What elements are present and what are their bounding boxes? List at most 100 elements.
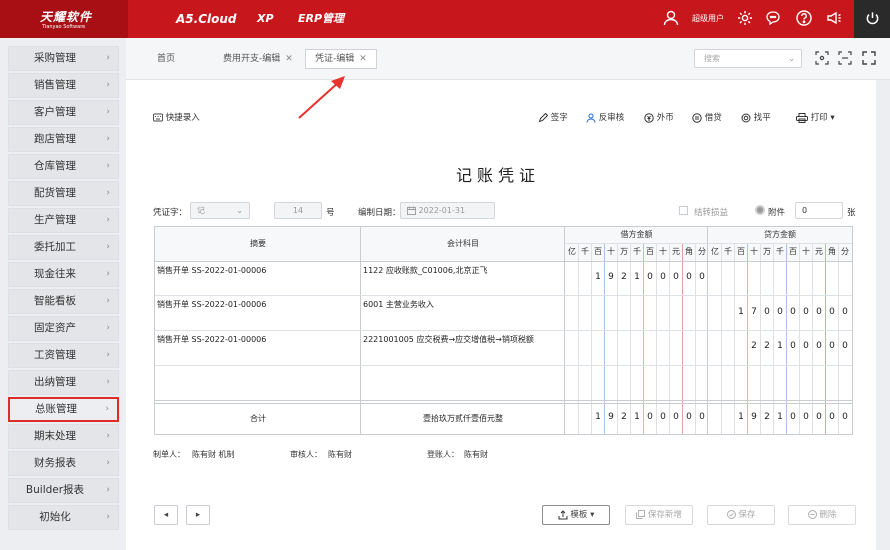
row-1-account[interactable]: 1122 应收账款_C01006,北京正飞 — [363, 265, 487, 276]
header-debit: 借方金额 — [620, 230, 653, 239]
next-button[interactable]: ▸ — [186, 505, 210, 525]
help-icon[interactable] — [795, 9, 813, 27]
carry-profit-checkbox[interactable] — [679, 206, 688, 215]
save-new-button[interactable]: 保存新增 — [625, 505, 693, 525]
attachment-radio[interactable] — [755, 205, 765, 215]
row-2-summary[interactable]: 销售开单 SS-2022-01-00006 — [157, 299, 266, 310]
sidebar-item-financial-reports[interactable]: 财务报表 › — [8, 451, 119, 476]
fullscreen-icon[interactable] — [862, 51, 876, 65]
header-summary: 摘要 — [250, 239, 266, 248]
minus-circle-icon — [807, 510, 817, 519]
digit-column-line — [812, 244, 813, 434]
tab-expense-edit[interactable]: 费用开支-编辑 ✕ — [223, 49, 293, 69]
sidebar-item-cashier[interactable]: 出纳管理 › — [8, 370, 119, 395]
print-button[interactable]: 打印 ▾ — [796, 111, 835, 123]
sidebar-item-dashboard[interactable]: 智能看板 › — [8, 289, 119, 314]
debit-digit: 9 — [608, 272, 614, 282]
sidebar-item-cash[interactable]: 现金往来 › — [8, 262, 119, 287]
sidebar-item-initialization[interactable]: 初始化 › — [8, 505, 119, 530]
prev-button[interactable]: ◂ — [154, 505, 178, 525]
total-credit-digit: 1 — [777, 412, 783, 422]
locate-icon[interactable] — [815, 51, 829, 65]
date-input[interactable]: 2022-01-31 — [400, 202, 495, 219]
balance-button[interactable]: 找平 — [741, 111, 771, 123]
search-input[interactable]: 搜索 ⌄ — [694, 49, 802, 68]
sidebar-item-production[interactable]: 生产管理 › — [8, 208, 119, 233]
unaudit-button[interactable]: 反审核 — [586, 111, 624, 123]
loan-button[interactable]: 借贷 — [692, 111, 722, 123]
sidebar-item-builder-reports[interactable]: Builder报表 › — [8, 478, 119, 503]
save-button[interactable]: 保存 — [707, 505, 775, 525]
digit-unit-label: 千 — [633, 247, 641, 256]
announcement-icon[interactable] — [825, 9, 843, 27]
total-debit-digit: 0 — [673, 412, 679, 422]
total-credit-digit: 0 — [816, 412, 822, 422]
voucher-number-input[interactable]: 14 — [274, 202, 322, 219]
exit-fullscreen-icon[interactable] — [838, 51, 852, 65]
settings-icon[interactable] — [736, 9, 754, 27]
sidebar-item-customers[interactable]: 客户管理 › — [8, 100, 119, 125]
nav-a5-cloud[interactable]: A5.Cloud — [176, 0, 237, 38]
sidebar-item-label: 工资管理 — [34, 349, 76, 361]
sidebar-item-label: 初始化 — [39, 511, 71, 523]
close-icon[interactable]: ✕ — [285, 54, 293, 64]
total-debit-digit: 1 — [595, 412, 601, 422]
digit-unit-label: 十 — [802, 247, 810, 256]
brand-logo[interactable]: 天耀软件 Tianyao Software — [0, 0, 128, 38]
row-3-account[interactable]: 2221001005 应交税费→应交增值税→销项税额 — [363, 334, 534, 345]
delete-button[interactable]: 删除 — [788, 505, 856, 525]
digit-unit-label: 百 — [737, 247, 745, 256]
voucher-word-select[interactable]: 记 ⌄ — [190, 202, 250, 219]
sidebar-item-sales[interactable]: 销售管理 › — [8, 73, 119, 98]
sidebar-item-store-visits[interactable]: 跑店管理 › — [8, 127, 119, 152]
brand-name: 天耀软件 — [40, 10, 93, 24]
digit-unit-label: 百 — [594, 247, 602, 256]
sidebar-item-label: 配货管理 — [34, 187, 76, 199]
scrollbar[interactable] — [876, 80, 890, 550]
user-name[interactable]: 超级用户 — [692, 0, 724, 38]
caret-right-icon: ▸ — [195, 510, 201, 520]
row-3-summary[interactable]: 销售开单 SS-2022-01-00006 — [157, 334, 266, 345]
sign-button[interactable]: 签字 — [538, 111, 568, 123]
row-2-account[interactable]: 6001 主营业务收入 — [363, 299, 434, 310]
chat-icon[interactable] — [765, 9, 783, 27]
debit-digit: 0 — [699, 272, 705, 282]
credit-digit: 0 — [829, 341, 835, 351]
digit-column-line — [747, 244, 748, 434]
tab-label: 凭证-编辑 — [315, 54, 355, 64]
sidebar-item-label: 生产管理 — [34, 214, 76, 226]
auditor-value: 陈有财 — [328, 450, 352, 459]
sidebar-item-warehouse[interactable]: 仓库管理 › — [8, 154, 119, 179]
nav-erp[interactable]: ERP管理 — [298, 0, 344, 38]
sidebar-item-general-ledger[interactable]: 总账管理 › — [8, 397, 119, 422]
sidebar-item-purchase[interactable]: 采购管理 › — [8, 46, 119, 71]
sidebar-item-outsourcing[interactable]: 委托加工 › — [8, 235, 119, 260]
digit-column-line — [799, 244, 800, 434]
credit-digit: 0 — [829, 307, 835, 317]
foreign-currency-button[interactable]: 外币 — [644, 111, 674, 123]
sidebar-item-label: Builder报表 — [25, 484, 85, 496]
tab-voucher-edit[interactable]: 凭证-编辑 ✕ — [305, 49, 377, 69]
chevron-right-icon: › — [106, 458, 110, 468]
digit-unit-label: 元 — [672, 247, 680, 256]
credit-digit: 0 — [816, 307, 822, 317]
sidebar-item-fixed-assets[interactable]: 固定资产 › — [8, 316, 119, 341]
row-1-summary[interactable]: 销售开单 SS-2022-01-00006 — [157, 265, 266, 276]
close-icon[interactable]: ✕ — [359, 54, 367, 64]
attachment-count-input[interactable]: 0 — [795, 202, 843, 219]
sidebar-item-distribution[interactable]: 配货管理 › — [8, 181, 119, 206]
sidebar-item-payroll[interactable]: 工资管理 › — [8, 343, 119, 368]
voucher-word-value: 记 — [197, 206, 205, 215]
nav-xp[interactable]: XP — [257, 0, 274, 38]
template-button[interactable]: 模板 ▾ — [542, 505, 610, 525]
digit-column-line — [669, 244, 670, 434]
credit-digit: 7 — [751, 307, 757, 317]
power-button[interactable] — [854, 0, 890, 38]
header-credit: 贷方金额 — [764, 230, 796, 239]
tab-home[interactable]: 首页 — [157, 49, 175, 69]
quick-entry-button[interactable]: 快捷录入 — [153, 111, 200, 123]
voucher-word-label: 凭证字： — [153, 208, 188, 218]
user-icon[interactable] — [662, 9, 680, 27]
sidebar-item-period-end[interactable]: 期末处理 › — [8, 424, 119, 449]
header-account: 会计科目 — [447, 239, 479, 248]
